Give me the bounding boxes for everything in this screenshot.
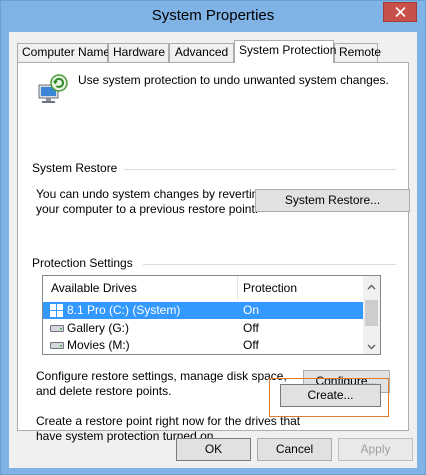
- list-scrollbar[interactable]: [363, 276, 380, 354]
- intro-text: Use system protection to undo unwanted s…: [78, 73, 389, 87]
- scroll-up-arrow-icon[interactable]: [367, 281, 376, 290]
- tab-computer-name[interactable]: Computer Name: [17, 43, 110, 62]
- hard-drive-icon: [50, 339, 64, 354]
- configure-description-line2: and delete restore points.: [36, 384, 172, 398]
- drive-protection-status: On: [243, 303, 260, 317]
- title-bar[interactable]: System Properties: [1, 1, 425, 32]
- create-button[interactable]: Create...: [280, 384, 381, 407]
- window-title: System Properties: [151, 7, 275, 24]
- ok-button[interactable]: OK: [176, 438, 251, 461]
- tab-remote[interactable]: Remote: [334, 43, 381, 62]
- drive-name: Movies (M:): [67, 338, 130, 352]
- column-separator[interactable]: [237, 276, 238, 300]
- group-divider: [124, 169, 396, 170]
- system-restore-group-title: System Restore: [32, 161, 118, 175]
- scroll-down-arrow-icon[interactable]: [367, 340, 376, 350]
- system-properties-window: System Properties Computer Name Hardware…: [0, 0, 426, 475]
- list-item[interactable]: Movies (M:) Off: [43, 337, 364, 354]
- create-description-line1: Create a restore point right now for the…: [36, 414, 301, 428]
- tab-hardware[interactable]: Hardware: [108, 43, 169, 62]
- drive-name: 8.1 Pro (C:) (System): [67, 303, 181, 317]
- column-header-available-drives[interactable]: Available Drives: [51, 281, 137, 295]
- configure-description-line1: Configure restore settings, manage disk …: [36, 369, 287, 383]
- windows-drive-icon: [50, 304, 63, 320]
- close-icon: [395, 7, 406, 17]
- list-item[interactable]: 8.1 Pro (C:) (System) On: [43, 302, 364, 319]
- drive-protection-status: Off: [243, 321, 259, 335]
- protection-settings-group-title: Protection Settings: [32, 256, 133, 270]
- drive-name: Gallery (G:): [67, 321, 130, 335]
- system-restore-description-line1: You can undo system changes by reverting: [36, 187, 266, 201]
- tab-system-protection[interactable]: System Protection: [234, 40, 336, 63]
- apply-button[interactable]: Apply: [338, 438, 413, 461]
- column-header-protection[interactable]: Protection: [243, 281, 297, 295]
- dialog-client-area: Computer Name Hardware Advanced System P…: [9, 32, 417, 468]
- system-protection-panel: Use system protection to undo unwanted s…: [17, 62, 410, 443]
- scrollbar-thumb[interactable]: [365, 300, 378, 326]
- list-item[interactable]: Gallery (G:) Off: [43, 320, 364, 337]
- system-restore-button[interactable]: System Restore...: [255, 189, 410, 212]
- system-restore-description-line2: your computer to a previous restore poin…: [36, 202, 259, 216]
- system-protection-icon: [37, 73, 69, 108]
- close-button[interactable]: [383, 2, 417, 22]
- drive-protection-status: Off: [243, 338, 259, 352]
- drives-list-view[interactable]: Available Drives Protection 8.1 Pro (C:)…: [42, 275, 381, 355]
- hard-drive-icon: [50, 322, 64, 337]
- group-divider: [143, 264, 396, 265]
- list-header: Available Drives Protection: [43, 276, 364, 300]
- cancel-button[interactable]: Cancel: [257, 438, 332, 461]
- tab-advanced[interactable]: Advanced: [169, 43, 234, 62]
